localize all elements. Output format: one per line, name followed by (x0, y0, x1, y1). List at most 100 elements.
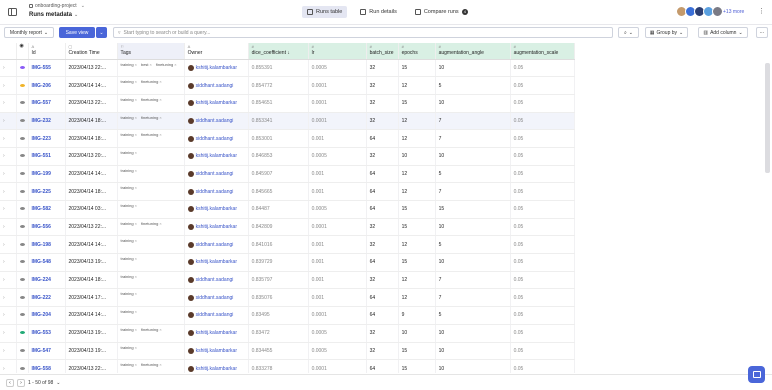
tags-cell[interactable]: training× finetuning× (117, 94, 185, 113)
search-input[interactable]: ▿ Start typing to search or build a query… (113, 27, 613, 38)
tag-chip[interactable]: finetuning× (141, 114, 162, 121)
expand-row-icon[interactable]: › (0, 342, 17, 361)
eye-icon[interactable] (19, 348, 25, 352)
visibility-cell[interactable] (16, 182, 29, 201)
project-selector[interactable]: onboarding-project ⌄ (29, 3, 85, 9)
expand-row-icon[interactable]: › (0, 112, 17, 131)
run-id[interactable]: IMG-558 (28, 359, 66, 373)
remove-tag-icon[interactable]: × (159, 115, 161, 120)
eye-icon[interactable] (19, 171, 25, 175)
search-button[interactable]: ⌕ ⌄ (618, 27, 639, 38)
column-header-tags[interactable]: ⚐ Tags (117, 43, 185, 60)
tags-cell[interactable]: training× (117, 200, 185, 219)
tag-chip[interactable]: finetuning× (141, 361, 162, 368)
visibility-cell[interactable] (16, 253, 29, 272)
table-row[interactable]: › IMG-556 2023/04/13 22:... training× fin… (0, 218, 575, 237)
remove-tag-icon[interactable]: × (135, 62, 137, 67)
run-id[interactable]: IMG-553 (28, 324, 66, 343)
tags-cell[interactable]: training× (117, 342, 185, 361)
owner-name[interactable]: siddhant.sadangi (196, 277, 234, 283)
tags-cell[interactable]: training× (117, 182, 185, 201)
expand-row-icon[interactable]: › (0, 306, 17, 325)
tag-chip[interactable]: training× (121, 131, 137, 138)
table-row[interactable]: › IMG-223 2023/04/14 18:... training× fin… (0, 129, 575, 148)
save-view-button[interactable]: Save view (59, 27, 95, 38)
sidebar-toggle-icon[interactable] (8, 8, 17, 16)
owner-name[interactable]: siddhant.sadangi (196, 312, 234, 318)
remove-tag-icon[interactable]: × (135, 238, 137, 243)
expand-row-icon[interactable]: › (0, 324, 17, 343)
visibility-cell[interactable] (16, 218, 29, 237)
tags-cell[interactable]: training× finetuning× (117, 76, 185, 95)
owner-name[interactable]: siddhant.sadangi (196, 295, 234, 301)
owner-name[interactable]: siddhant.sadangi (196, 118, 234, 124)
visibility-cell[interactable] (16, 288, 29, 308)
run-id[interactable]: IMG-232 (28, 112, 66, 131)
expand-row-icon[interactable]: › (0, 288, 17, 308)
tag-chip[interactable]: training× (121, 326, 137, 333)
expand-row-icon[interactable]: › (0, 218, 17, 237)
remove-tag-icon[interactable]: × (135, 291, 137, 296)
remove-tag-icon[interactable]: × (135, 362, 137, 367)
prev-page-button[interactable]: ‹ (6, 378, 14, 387)
table-row[interactable]: › IMG-548 2023/04/13 19:... training× ks… (0, 253, 575, 272)
eye-icon[interactable] (19, 331, 25, 335)
eye-icon[interactable] (19, 136, 25, 140)
run-id[interactable]: IMG-582 (28, 200, 66, 219)
visibility-cell[interactable] (16, 147, 29, 166)
toolbar-more-button[interactable]: ⋯ (756, 27, 768, 38)
run-id[interactable]: IMG-206 (28, 76, 66, 95)
visibility-cell[interactable] (16, 306, 29, 325)
eye-icon[interactable]: ◉ (20, 43, 24, 49)
eye-icon[interactable] (19, 225, 25, 229)
owner-name[interactable]: kshitij.kalambarkar (196, 224, 237, 230)
expand-row-icon[interactable]: › (0, 165, 17, 184)
tag-chip[interactable]: finetuning× (141, 131, 162, 138)
column-header-epochs[interactable]: # epochs (398, 43, 436, 60)
table-row[interactable]: › IMG-551 2023/04/13 20:... training× ks… (0, 147, 575, 166)
table-row[interactable]: › IMG-553 2023/04/13 19:... training× fin… (0, 324, 575, 343)
eye-icon[interactable] (19, 260, 25, 264)
visibility-cell[interactable] (16, 200, 29, 219)
expand-row-icon[interactable]: › (0, 59, 17, 78)
eye-icon[interactable] (19, 207, 25, 211)
table-row[interactable]: › IMG-198 2023/04/14 14:... training× si… (0, 235, 575, 255)
tag-chip[interactable]: finetuning× (141, 78, 162, 85)
visibility-cell[interactable] (16, 324, 29, 343)
tags-cell[interactable]: training× (117, 253, 185, 272)
run-id[interactable]: IMG-556 (28, 218, 66, 237)
tags-cell[interactable]: training× (117, 165, 185, 184)
run-id[interactable]: IMG-223 (28, 129, 66, 148)
tag-chip[interactable]: finetuning× (156, 61, 177, 68)
eye-icon[interactable] (19, 189, 25, 193)
remove-tag-icon[interactable]: × (135, 97, 137, 102)
expand-row-icon[interactable]: › (0, 129, 17, 148)
eye-icon[interactable] (19, 242, 25, 246)
visibility-cell[interactable] (16, 342, 29, 361)
tag-chip[interactable]: training× (121, 220, 137, 227)
tag-chip[interactable]: finetuning× (141, 326, 162, 333)
tags-cell[interactable]: training× (117, 235, 185, 255)
table-row[interactable]: › IMG-224 2023/04/14 18:... training× si… (0, 271, 575, 290)
run-id[interactable]: IMG-548 (28, 253, 66, 272)
owner-name[interactable]: siddhant.sadangi (196, 83, 234, 89)
remove-tag-icon[interactable]: × (135, 115, 137, 120)
run-id[interactable]: IMG-557 (28, 94, 66, 113)
view-selector[interactable]: Monthly report ⌄ (4, 27, 54, 38)
tab-compare-runs[interactable]: Compare runs 4 (410, 6, 473, 18)
sort-desc-icon[interactable]: ↓ (287, 50, 290, 56)
tag-chip[interactable]: training× (121, 344, 137, 351)
expand-row-icon[interactable]: › (0, 76, 17, 95)
table-row[interactable]: › IMG-547 2023/04/13 19:... training× ks… (0, 342, 575, 361)
expand-row-icon[interactable]: › (0, 94, 17, 113)
tag-chip[interactable]: training× (121, 202, 137, 209)
eye-icon[interactable] (19, 101, 25, 105)
table-row[interactable]: › IMG-204 2023/04/14 14:... training× si… (0, 306, 575, 325)
eye-icon[interactable] (19, 295, 25, 299)
owner-name[interactable]: kshitij.kalambarkar (196, 259, 237, 265)
remove-tag-icon[interactable]: × (159, 221, 161, 226)
run-id[interactable]: IMG-198 (28, 235, 66, 255)
eye-icon[interactable] (19, 154, 25, 158)
table-row[interactable]: › IMG-232 2023/04/14 18:... training× fin… (0, 112, 575, 131)
tag-chip[interactable]: training× (121, 61, 137, 68)
